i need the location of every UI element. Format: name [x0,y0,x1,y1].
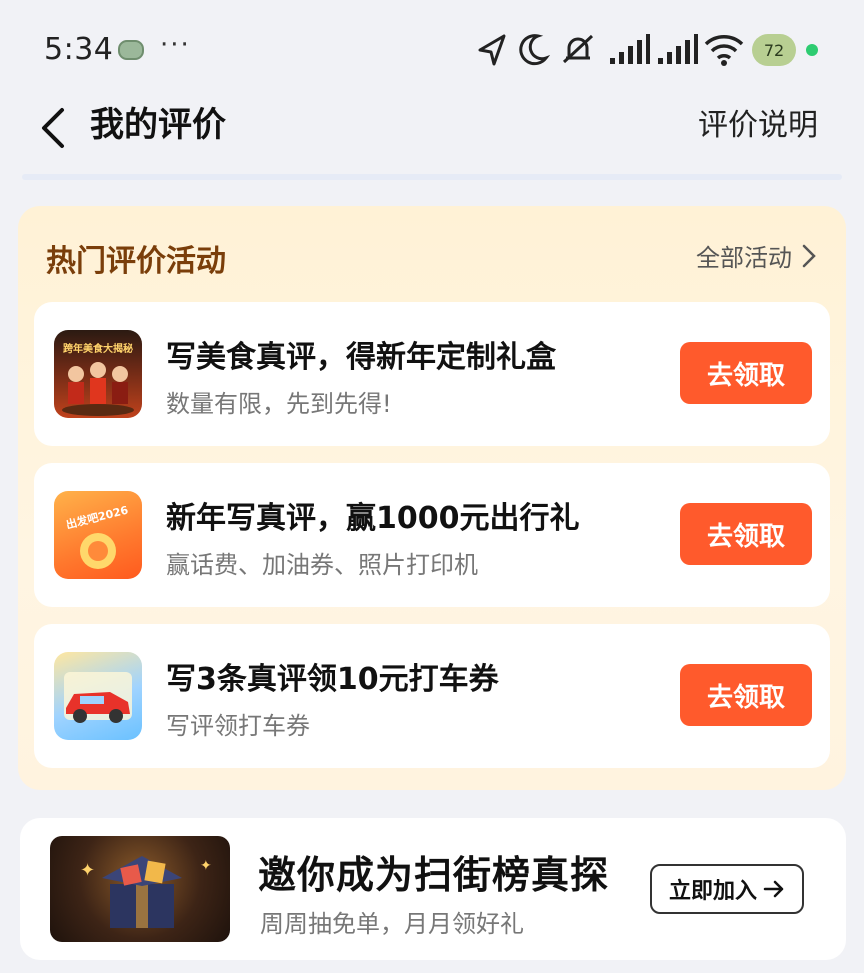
sparkle-icon: ✦ [200,858,212,874]
battery-indicator: 72 [752,34,796,66]
car-illustration [64,672,132,723]
taxi-coupon-thumbnail [54,652,142,740]
gift-box-image: ✦ ✦ [50,836,230,942]
wifi-icon [704,35,744,66]
activity-title: 写美食真评，得新年定制礼盒 [166,340,556,375]
activity-item[interactable]: 出发吧2026 新年写真评，赢1000元出行礼 赢话费、加油券、照片打印机 去领… [34,463,830,607]
food-gathering-illustration: 跨年美食大揭秘 [62,342,134,416]
sparkle-icon: ✦ [80,860,95,881]
all-activities-link[interactable]: 全部活动 [696,238,816,273]
join-now-button[interactable]: 立即加入 [650,864,804,914]
moon-icon [519,34,550,66]
activity-subtitle: 赢话费、加油券、照片打印机 [166,551,478,579]
chevron-right-icon [802,244,816,267]
header-divider [22,174,842,180]
all-activities-label: 全部活动 [696,244,792,272]
page-title: 我的评价 [90,105,226,145]
signal-icon [610,34,650,64]
street-ranking-invite-card[interactable]: ✦ ✦ 邀你成为扫街榜真探 周周抽免单，月月领好礼 立即加入 [20,818,846,960]
mute-icon [562,34,594,64]
activity-title: 新年写真评，赢1000元出行礼 [166,501,580,536]
invite-subtitle: 周周抽免单，月月领好礼 [260,910,524,938]
invite-title: 邀你成为扫街榜真探 [258,853,610,897]
activity-item[interactable]: 跨年美食大揭秘 写美食真评，得新年定制礼盒 数量有限，先到先得! 去领取 [34,302,830,446]
page-header: 我的评价 评价说明 [0,100,864,172]
more-notifications-icon: ··· [160,30,191,60]
hot-activities-card: 热门评价活动 全部活动 跨年美食大揭秘 写美食真评，得新年定制礼盒 数量有限，先… [18,206,846,790]
claim-button[interactable]: 去领取 [680,503,812,565]
battery-level: 72 [763,40,785,60]
new-year-travel-thumbnail: 出发吧2026 [54,491,142,579]
chat-notification-icon [118,40,144,60]
arrow-right-icon [763,880,784,898]
charging-dot-icon [806,44,818,56]
status-bar: 5:34 ··· 72 [0,0,864,100]
location-icon [478,34,506,66]
claim-button[interactable]: 去领取 [680,342,812,404]
thumb-caption: 跨年美食大揭秘 [63,342,133,355]
review-guide-link[interactable]: 评价说明 [698,104,818,148]
activities-title: 热门评价活动 [46,244,226,279]
activity-item[interactable]: 写3条真评领10元打车券 写评领打车券 去领取 [34,624,830,768]
claim-button[interactable]: 去领取 [680,664,812,726]
activity-subtitle: 数量有限，先到先得! [166,390,392,418]
activity-title: 写3条真评领10元打车券 [166,662,499,697]
signal-icon [658,34,698,64]
back-arrow-icon[interactable] [36,106,76,150]
gift-box-illustration: ✦ ✦ [80,856,212,928]
status-time: 5:34 [44,32,114,67]
food-review-thumbnail: 跨年美食大揭秘 [54,330,142,418]
thumb-caption: 出发吧2026 [64,503,129,532]
travel-gift-illustration: 出发吧2026 [64,503,130,569]
join-now-label: 立即加入 [668,879,757,904]
activity-subtitle: 写评领打车券 [166,712,310,740]
activity-list: 跨年美食大揭秘 写美食真评，得新年定制礼盒 数量有限，先到先得! 去领取 出发吧… [34,302,830,785]
